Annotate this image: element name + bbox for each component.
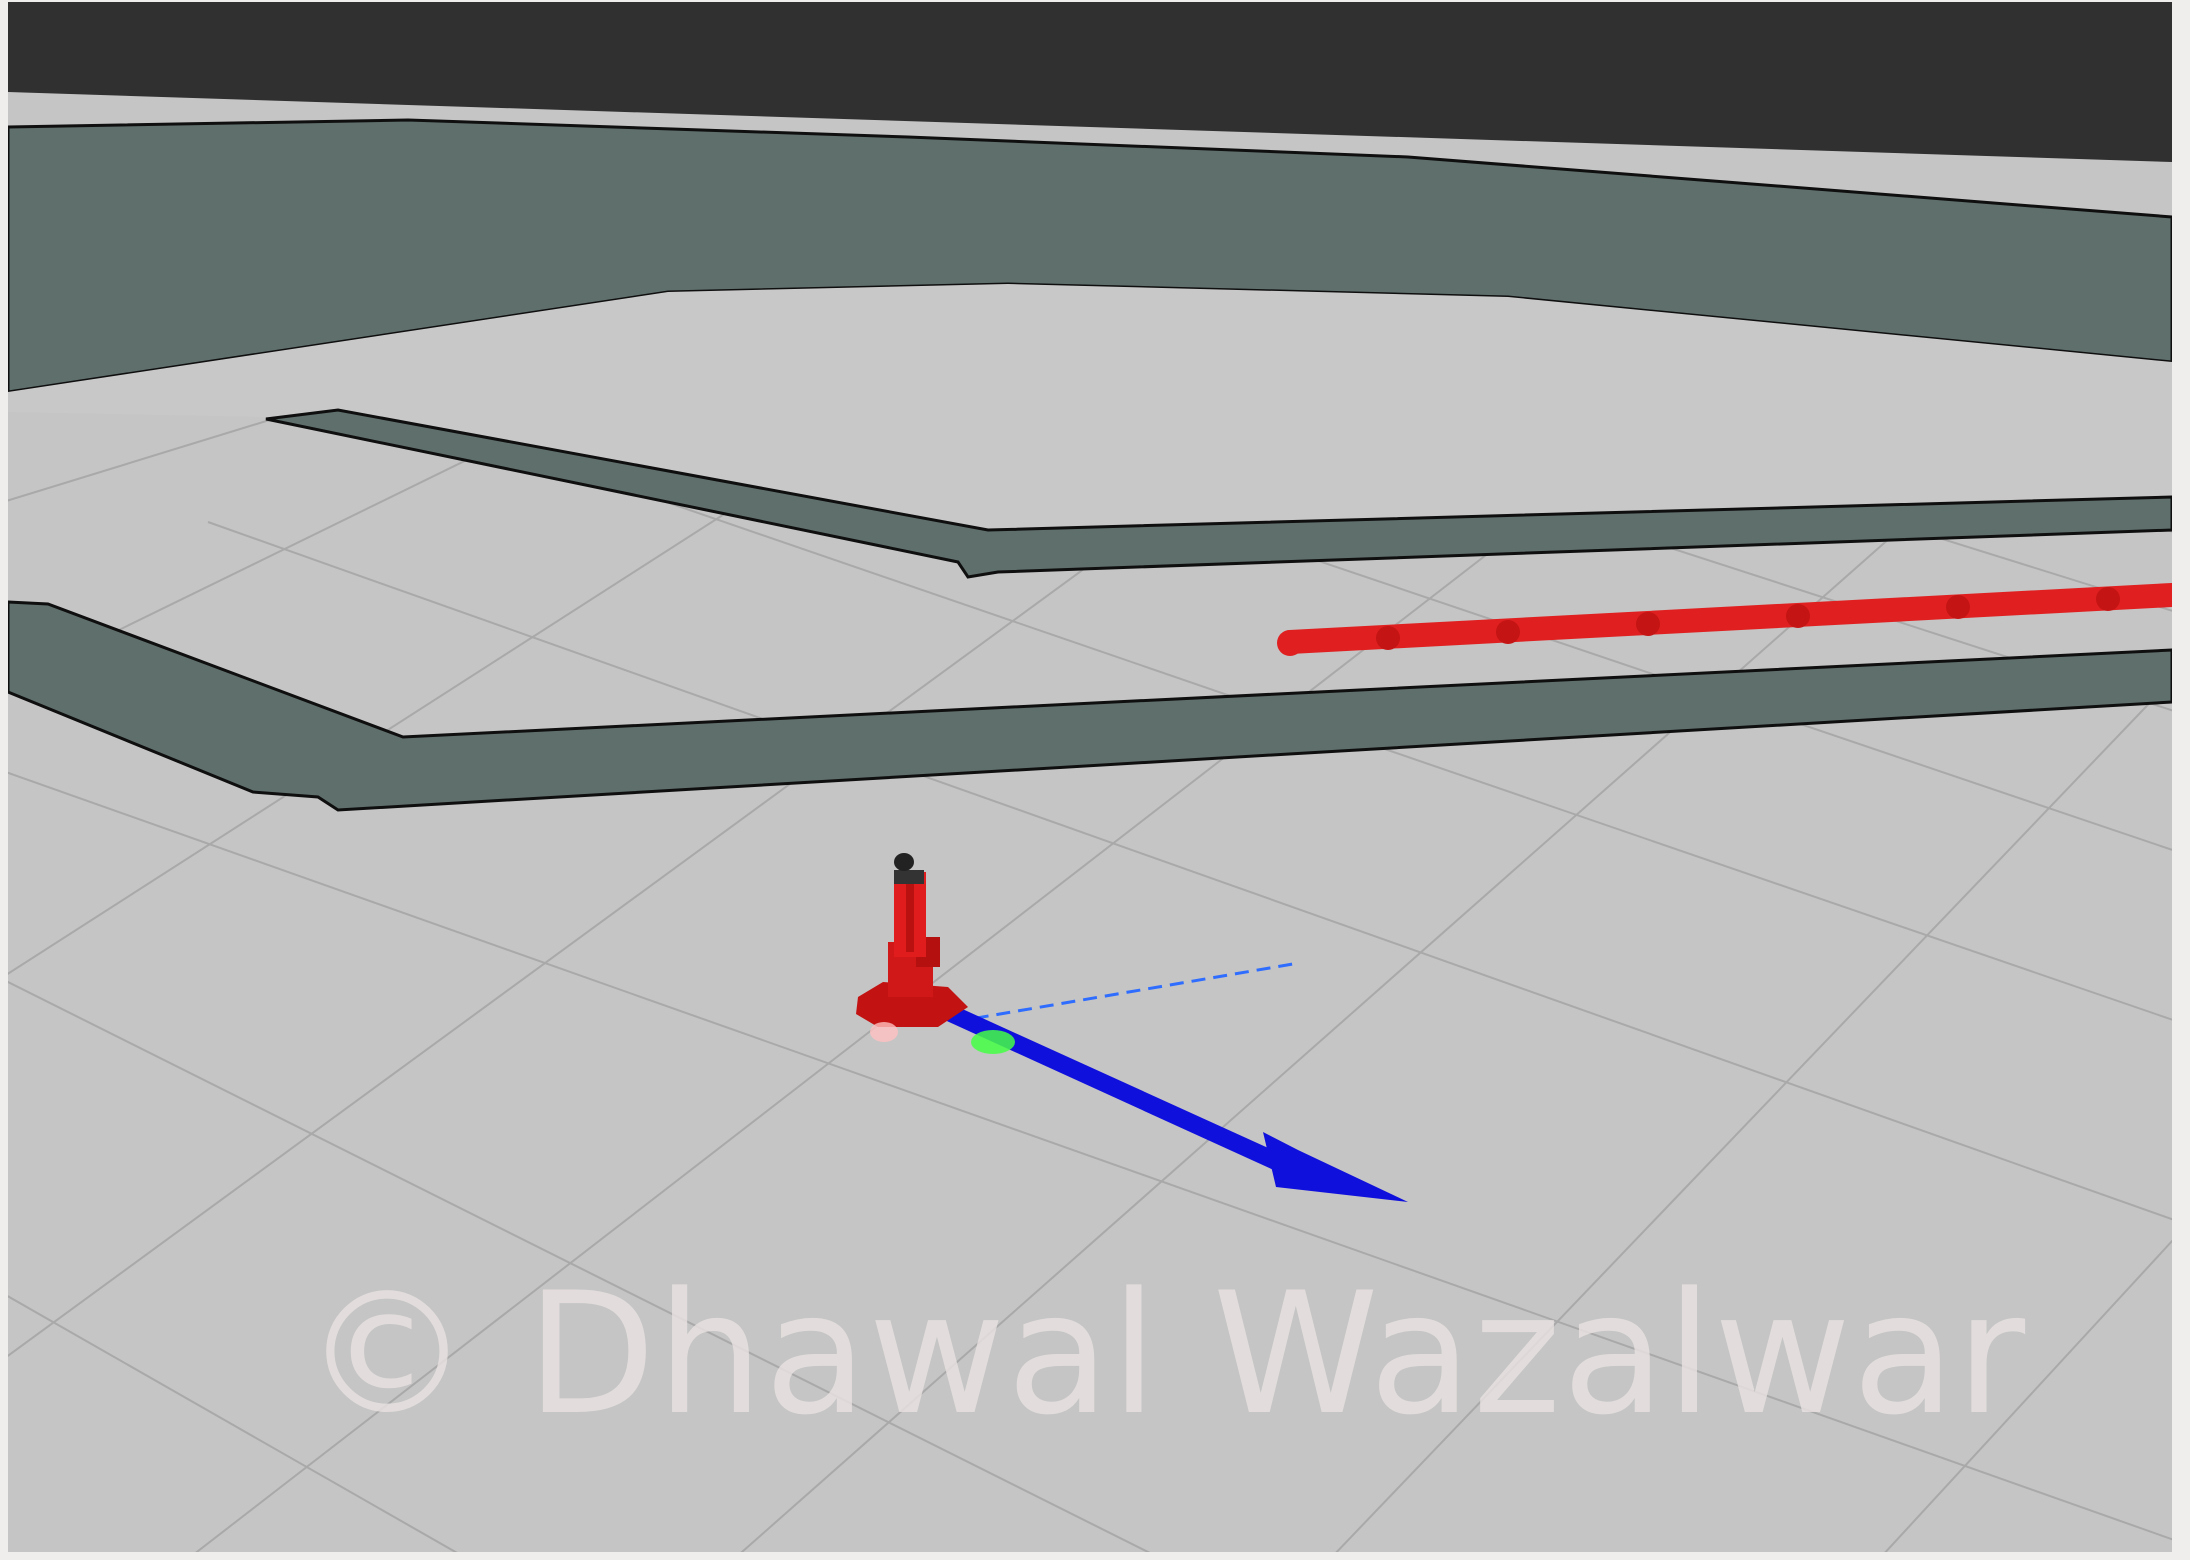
3d-viewport[interactable]: © Dhawal Wazalwar <box>8 2 2172 1552</box>
goal-marker <box>971 1030 1015 1054</box>
copyright-watermark: © Dhawal Wazalwar <box>303 1256 2027 1452</box>
application-frame: © Dhawal Wazalwar <box>0 0 2190 1560</box>
